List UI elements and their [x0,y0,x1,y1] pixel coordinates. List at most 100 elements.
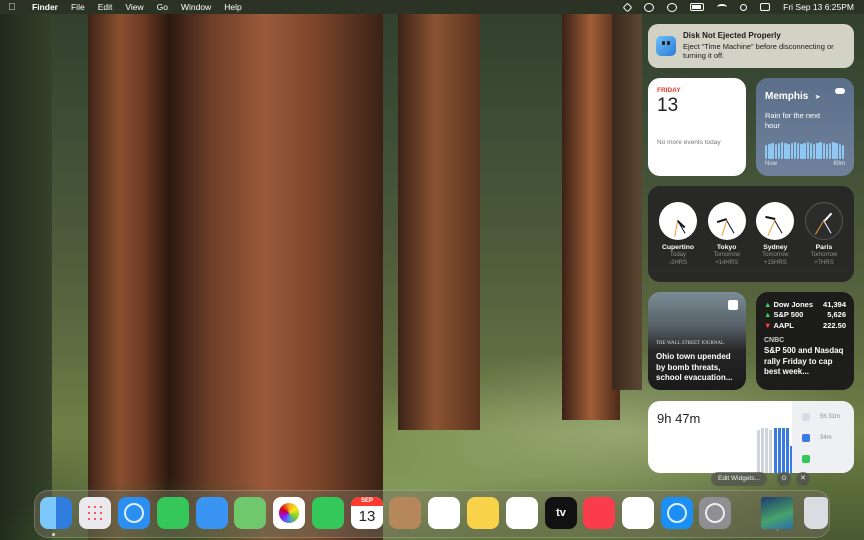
rain-bar [806,141,809,159]
menu-window[interactable]: Window [181,2,211,12]
world-clock-item: Tokyo Tomorrow +14HRS [703,202,751,282]
clock-city: Paris [815,244,833,251]
clock-hand [815,220,824,235]
stock-symbol-cell: ▲ Dow Jones [764,300,813,310]
dock-system-settings-icon[interactable] [699,497,731,529]
menu-go[interactable]: Go [157,2,168,12]
rain-bar [790,142,793,159]
dock-music-icon[interactable] [583,497,615,529]
menu-app-name[interactable]: Finder [32,2,58,12]
dock-finder-icon[interactable] [40,497,72,529]
dock-reminders-icon[interactable] [428,497,460,529]
stock-symbol: AAPL [773,320,794,330]
widget-info-button[interactable]: ⊙ [777,472,791,486]
dock-app-store-icon[interactable] [661,497,693,529]
news-app-icon [728,300,738,310]
clock-hand [721,220,727,236]
dock-photos-icon[interactable] [273,497,305,529]
rain-bar [771,142,774,159]
app-store-emblem [667,503,687,523]
widget-close-button[interactable]: ✕ [796,472,810,486]
dock-notes-icon[interactable] [467,497,499,529]
wallpaper-tree [612,14,642,390]
wifi-icon[interactable] [717,4,728,10]
dock: SEP 13 tv [34,490,830,538]
dock-safari-icon[interactable] [118,497,150,529]
weather-widget[interactable]: Memphis ➤ Rain for the next hour Now 60m [756,78,854,176]
analog-clock-face-icon [659,202,697,240]
dock-contacts-icon[interactable] [389,497,421,529]
wallpaper-tree [398,14,480,430]
notification-disk-not-ejected[interactable]: Disk Not Ejected Properly Eject “Time Ma… [648,24,854,68]
time-machine-icon[interactable] [644,2,655,12]
clock-offset: -2HRS [668,259,687,266]
news-widget[interactable]: THE WALL STREET JOURNAL. Ohio town upend… [648,292,746,390]
calendar-date: 13 [657,95,679,116]
dock-freeform-icon[interactable] [506,497,538,529]
menu-bar:  Finder File Edit View Go Window Help F… [0,0,864,14]
screen-time-widget[interactable]: 9h 47m 60m 30m 5h 31m34m [648,401,854,473]
rain-bar [800,143,803,159]
dock-trash-icon[interactable] [804,497,828,529]
screen-time-bar [781,428,785,473]
safari-emblem [124,503,144,523]
weather-city: Memphis [765,91,809,102]
menu-bar-clock[interactable]: Fri Sep 13 6:25PM [783,2,854,12]
dock-news-icon[interactable] [622,497,654,529]
dock-maps-icon[interactable] [234,497,266,529]
clock-city: Cupertino [661,244,695,251]
menu-view[interactable]: View [125,2,143,12]
clock-offset: +7HRS [814,259,834,266]
app-usage-time: 5h 31m [820,414,841,420]
stock-symbol: Dow Jones [773,300,814,309]
dock-messages-icon[interactable] [157,497,189,529]
screen-time-chart [700,428,798,473]
location-arrow-icon: ➤ [814,94,821,101]
rain-bar [822,142,825,159]
app-icon [802,434,810,442]
menu-help[interactable]: Help [224,2,241,12]
screen-time-bar [769,430,773,473]
edit-widgets-button[interactable]: Edit Widgets... [711,472,767,486]
battery-icon[interactable] [690,3,705,11]
clock-hand [674,220,678,237]
rain-bar [765,144,768,159]
weather-header: Memphis ➤ [765,86,845,104]
rain-bar [793,141,797,159]
stock-row: ▲ S&P 500 5,626 [764,310,846,320]
notification-body: Eject “Time Machine” before disconnectin… [683,42,834,61]
up-arrow-icon: ▲ [764,300,772,309]
dock-calendar-icon[interactable]: SEP 13 [351,497,383,529]
menu-file[interactable]: File [71,2,85,12]
screen-time-app-row [802,455,854,463]
clock-hand [768,220,776,236]
rain-bar [774,143,777,159]
control-center-icon[interactable] [760,3,771,11]
calendar-empty-text: No more events today [657,139,721,146]
launchpad-grid-emblem [86,504,104,522]
apple-menu-icon[interactable]:  [8,2,20,13]
rain-bar [809,142,813,159]
dock-downloads-icon[interactable] [761,497,793,529]
dock-facetime-icon[interactable] [312,497,344,529]
rain-bar [777,142,781,159]
stock-row: ▲ Dow Jones 41,394 [764,300,846,310]
screen-time-app-list: 5h 31m 34m [792,401,854,473]
dropbox-icon[interactable] [622,2,633,12]
axis-start-label: Now [765,161,778,167]
dock-mail-icon[interactable] [196,497,228,529]
dock-tv-icon[interactable]: tv [545,497,577,529]
stock-value: 222.50 [823,320,846,330]
dock-calendar-month: SEP [351,497,383,506]
screen-time-bar [761,428,765,473]
stocks-widget[interactable]: ▲ Dow Jones 41,394 ▲ S&P 500 5,626 ▼ AAPL 222.50… [756,292,854,390]
dock-launchpad-icon[interactable] [79,497,111,529]
clock-hand [725,220,735,234]
menu-edit[interactable]: Edit [98,2,113,12]
world-clock-widget[interactable]: Cupertino Today -2HRS Tokyo Tomorrow +14HRS Sy… [648,186,854,282]
clock-city: Sydney [763,244,788,251]
weather-description: Rain for the next hour [765,111,821,130]
user-icon[interactable] [667,2,678,12]
calendar-widget[interactable]: FRIDAY 13 No more events today [648,78,746,176]
spotlight-search-icon[interactable] [740,3,748,11]
